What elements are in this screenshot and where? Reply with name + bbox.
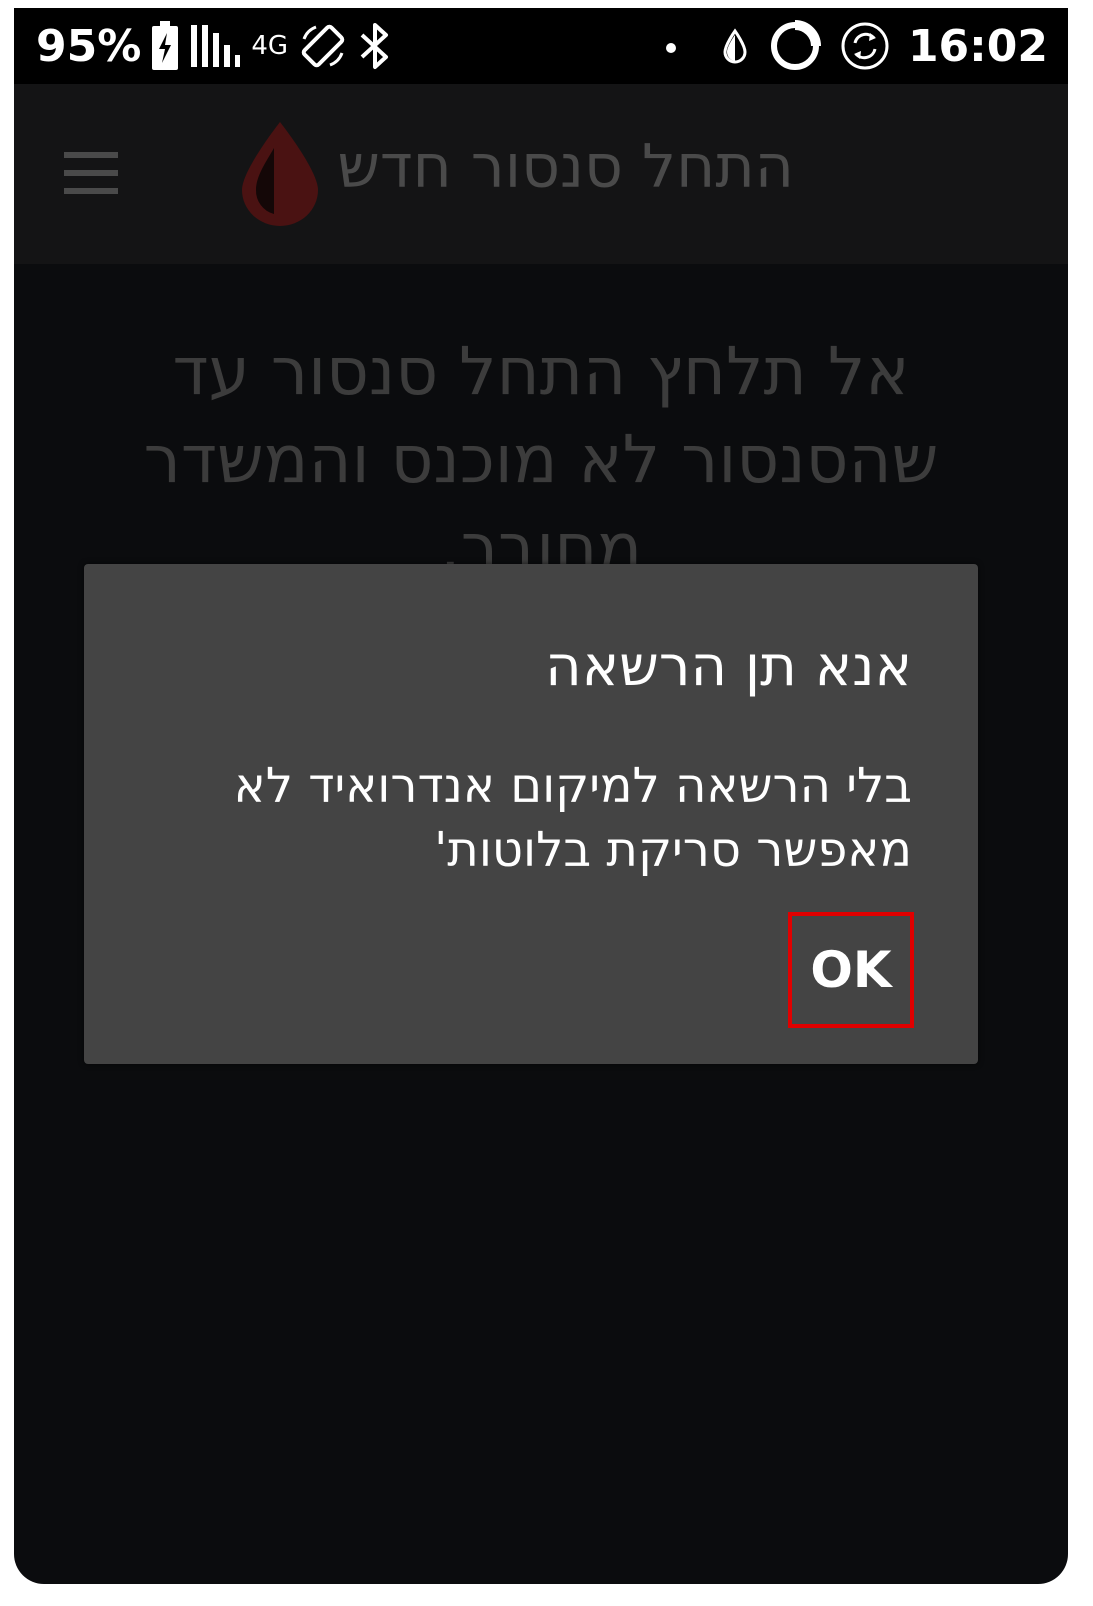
dot-icon <box>656 21 686 71</box>
battery-percent: 95% <box>36 20 142 72</box>
status-time: 16:02 <box>907 20 1048 72</box>
blood-drop-icon <box>238 118 322 228</box>
signal-icon <box>189 21 241 71</box>
app-bar: התחל סנסור חדש <box>14 84 1068 264</box>
dialog-title: אנא תן הרשאה <box>545 634 912 699</box>
circle-status-icon <box>768 19 822 73</box>
dialog-message: בלי הרשאה למיקום אנדרואיד לא מאפשר סריקת… <box>233 758 912 878</box>
drop-icon <box>720 21 750 71</box>
status-bar-right: 16:02 <box>656 16 1048 76</box>
status-bar-left: 95% 4G <box>36 16 392 76</box>
sync-icon <box>840 21 890 71</box>
rotate-icon <box>298 21 348 71</box>
hamburger-menu-icon[interactable] <box>64 150 120 196</box>
permission-dialog: אנא תן הרשאה בלי הרשאה למיקום אנדרואיד ל… <box>84 564 978 1064</box>
battery-charging-icon <box>151 21 179 71</box>
start-sensor-warning: אל תלחץ התחל סנסור עד שהסנסור לא מוכנס ו… <box>143 333 939 586</box>
status-bar: 95% 4G 16:02 <box>14 8 1068 84</box>
phone-screen: 95% 4G 16:02 התחל סנסור חדש אל תלחץ התחל… <box>14 8 1068 1584</box>
network-type: 4G <box>251 31 289 61</box>
ok-button[interactable]: OK <box>788 912 914 1028</box>
page-title: התחל סנסור חדש <box>337 132 794 202</box>
bluetooth-icon <box>358 21 392 71</box>
